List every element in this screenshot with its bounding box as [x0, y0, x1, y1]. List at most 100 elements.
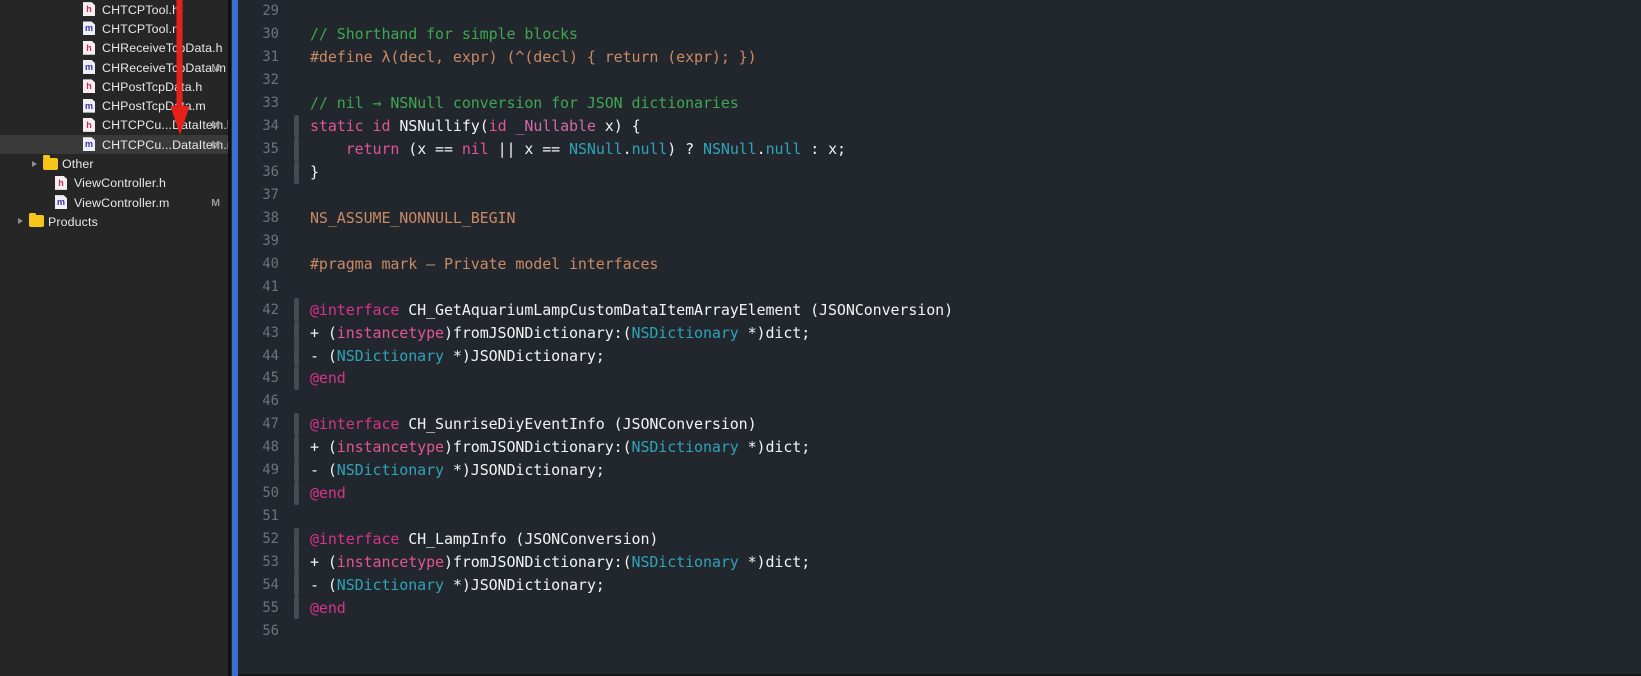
code-text[interactable]: // nil → NSNull conversion for JSON dict…: [304, 94, 739, 112]
code-token: *)JSONDictionary;: [443, 461, 605, 480]
line-number: 49: [262, 462, 279, 479]
file-h-icon: h: [83, 117, 97, 133]
code-fold-indicator[interactable]: [290, 137, 304, 161]
code-line[interactable]: 35 return (x == nil || x == NSNull.null)…: [238, 137, 1641, 161]
code-text[interactable]: + (instancetype)fromJSONDictionary:(NSDi…: [304, 324, 810, 342]
line-number: 34: [262, 118, 279, 135]
code-fold-indicator[interactable]: [290, 481, 304, 505]
file-h-icon: h: [83, 2, 97, 17]
code-text[interactable]: #pragma mark — Private model interfaces: [304, 255, 658, 273]
code-text[interactable]: - (NSDictionary *)JSONDictionary;: [304, 576, 605, 594]
navigator-row[interactable]: h CHTCPTool.h: [0, 0, 228, 19]
code-line[interactable]: 30 // Shorthand for simple blocks: [238, 23, 1641, 46]
navigator-row[interactable]: h ViewController.h: [0, 174, 228, 193]
code-text[interactable]: + (instancetype)fromJSONDictionary:(NSDi…: [304, 553, 810, 571]
navigator-row[interactable]: m ViewController.m M: [0, 193, 228, 212]
code-token: + (: [310, 438, 337, 457]
code-fold-indicator[interactable]: [290, 550, 304, 574]
code-line[interactable]: 32: [238, 69, 1641, 92]
navigator-row[interactable]: Other: [0, 154, 228, 173]
code-line[interactable]: 40 #pragma mark — Private model interface…: [238, 252, 1641, 275]
code-text[interactable]: // Shorthand for simple blocks: [304, 25, 578, 43]
code-fold-indicator[interactable]: [290, 160, 304, 184]
code-text[interactable]: + (instancetype)fromJSONDictionary:(NSDi…: [304, 438, 810, 456]
code-line[interactable]: 55 @end: [238, 596, 1641, 620]
navigator-row[interactable]: m CHReceiveTcpData.m M: [0, 58, 228, 77]
code-text[interactable]: #define λ(decl, expr) (^(decl) { return …: [304, 48, 757, 66]
code-line[interactable]: 49 - (NSDictionary *)JSONDictionary;: [238, 458, 1641, 482]
code-line[interactable]: 53 + (instancetype)fromJSONDictionary:(NS…: [238, 550, 1641, 574]
code-line[interactable]: 50 @end: [238, 481, 1641, 505]
code-fold-indicator[interactable]: [290, 527, 304, 551]
code-line[interactable]: 44 - (NSDictionary *)JSONDictionary;: [238, 344, 1641, 368]
code-token: NS_ASSUME_NONNULL_BEGIN: [310, 208, 516, 227]
project-navigator[interactable]: h CHTCPTool.h m CHTCPTool.m h CHReceiveTcpDat…: [0, 0, 228, 676]
code-line[interactable]: 46: [238, 390, 1641, 413]
navigator-row[interactable]: Products: [0, 212, 228, 231]
twisty-spacer: [70, 101, 81, 112]
code-text[interactable]: }: [304, 163, 319, 181]
navigator-row[interactable]: m CHTCPCu...DataItem.m M: [0, 135, 228, 155]
navigator-row[interactable]: h CHReceiveTcpData.h: [0, 39, 228, 58]
disclosure-triangle-icon[interactable]: [16, 216, 27, 227]
code-line[interactable]: 43 + (instancetype)fromJSONDictionary:(NS…: [238, 321, 1641, 345]
code-fold-indicator[interactable]: [290, 435, 304, 459]
code-line[interactable]: 52 @interface CH_LampInfo (JSONConversion…: [238, 527, 1641, 551]
code-line[interactable]: 56: [238, 619, 1641, 642]
code-fold-indicator[interactable]: [290, 114, 304, 138]
code-text[interactable]: @interface CH_GetAquariumLampCustomDataI…: [304, 301, 953, 319]
code-line[interactable]: 31 #define λ(decl, expr) (^(decl) { retur…: [238, 46, 1641, 69]
code-text[interactable]: @end: [304, 484, 346, 502]
source-editor[interactable]: 29 30 // Shorthand for simple blocks 31 #def…: [238, 0, 1641, 676]
code-text[interactable]: @interface CH_LampInfo (JSONConversion): [304, 530, 658, 548]
code-text[interactable]: @end: [304, 369, 346, 387]
navigator-row[interactable]: h CHTCPCu...DataItem.h M: [0, 116, 228, 135]
disclosure-triangle-icon[interactable]: [30, 159, 41, 170]
code-text[interactable]: @interface CH_SunriseDiyEventInfo (JSONC…: [304, 415, 757, 433]
code-fold-indicator[interactable]: [290, 573, 304, 597]
code-line[interactable]: 48 + (instancetype)fromJSONDictionary:(NS…: [238, 435, 1641, 459]
code-fold-indicator[interactable]: [290, 321, 304, 345]
code-line[interactable]: 34 static id NSNullify(id _Nullable x) {: [238, 114, 1641, 138]
code-text[interactable]: static id NSNullify(id _Nullable x) {: [304, 117, 641, 135]
navigator-row[interactable]: h CHPostTcpData.h: [0, 77, 228, 96]
code-text[interactable]: return (x == nil || x == NSNull.null) ? …: [304, 140, 846, 158]
code-line[interactable]: 37: [238, 184, 1641, 207]
code-line[interactable]: 36}: [238, 160, 1641, 184]
code-fold-indicator[interactable]: [290, 366, 304, 390]
modified-badge: M: [211, 61, 220, 74]
line-number: 30: [262, 26, 279, 43]
code-line[interactable]: 42 @interface CH_GetAquariumLampCustomDat…: [238, 298, 1641, 322]
modified-badge: M: [211, 196, 220, 209]
line-number: 35: [262, 141, 279, 158]
code-lines[interactable]: 29 30 // Shorthand for simple blocks 31 #def…: [238, 0, 1641, 642]
twisty-spacer: [70, 23, 81, 34]
code-text[interactable]: @end: [304, 599, 346, 617]
code-line[interactable]: 45 @end: [238, 366, 1641, 390]
code-text[interactable]: - (NSDictionary *)JSONDictionary;: [304, 347, 605, 365]
code-fold-indicator[interactable]: [290, 596, 304, 620]
code-fold-indicator[interactable]: [290, 298, 304, 322]
code-token: : x;: [801, 140, 846, 159]
code-fold-indicator[interactable]: [290, 344, 304, 368]
code-fold-indicator[interactable]: [290, 412, 304, 436]
code-line[interactable]: 41: [238, 275, 1641, 298]
code-text[interactable]: NS_ASSUME_NONNULL_BEGIN: [304, 208, 516, 227]
code-line[interactable]: 47 @interface CH_SunriseDiyEventInfo (JSO…: [238, 412, 1641, 436]
file-m-icon: m: [55, 195, 67, 210]
code-line[interactable]: 33 // nil → NSNull conversion for JSON di…: [238, 92, 1641, 115]
navigator-row-label: CHPostTcpData.m: [102, 99, 206, 114]
code-token: #pragma mark — Private model interfaces: [310, 254, 659, 273]
code-token: *)JSONDictionary;: [443, 346, 605, 365]
code-line[interactable]: 29: [238, 0, 1641, 23]
navigator-row[interactable]: m CHTCPTool.m: [0, 19, 228, 38]
line-number: 44: [262, 347, 279, 364]
code-line[interactable]: 51: [238, 505, 1641, 528]
navigator-row[interactable]: m CHPostTcpData.m: [0, 96, 228, 115]
code-line[interactable]: 38 NS_ASSUME_NONNULL_BEGIN: [238, 206, 1641, 229]
code-token: id: [488, 117, 507, 136]
code-line[interactable]: 39: [238, 229, 1641, 252]
code-line[interactable]: 54 - (NSDictionary *)JSONDictionary;: [238, 573, 1641, 597]
code-text[interactable]: - (NSDictionary *)JSONDictionary;: [304, 461, 605, 479]
code-fold-indicator[interactable]: [290, 458, 304, 482]
